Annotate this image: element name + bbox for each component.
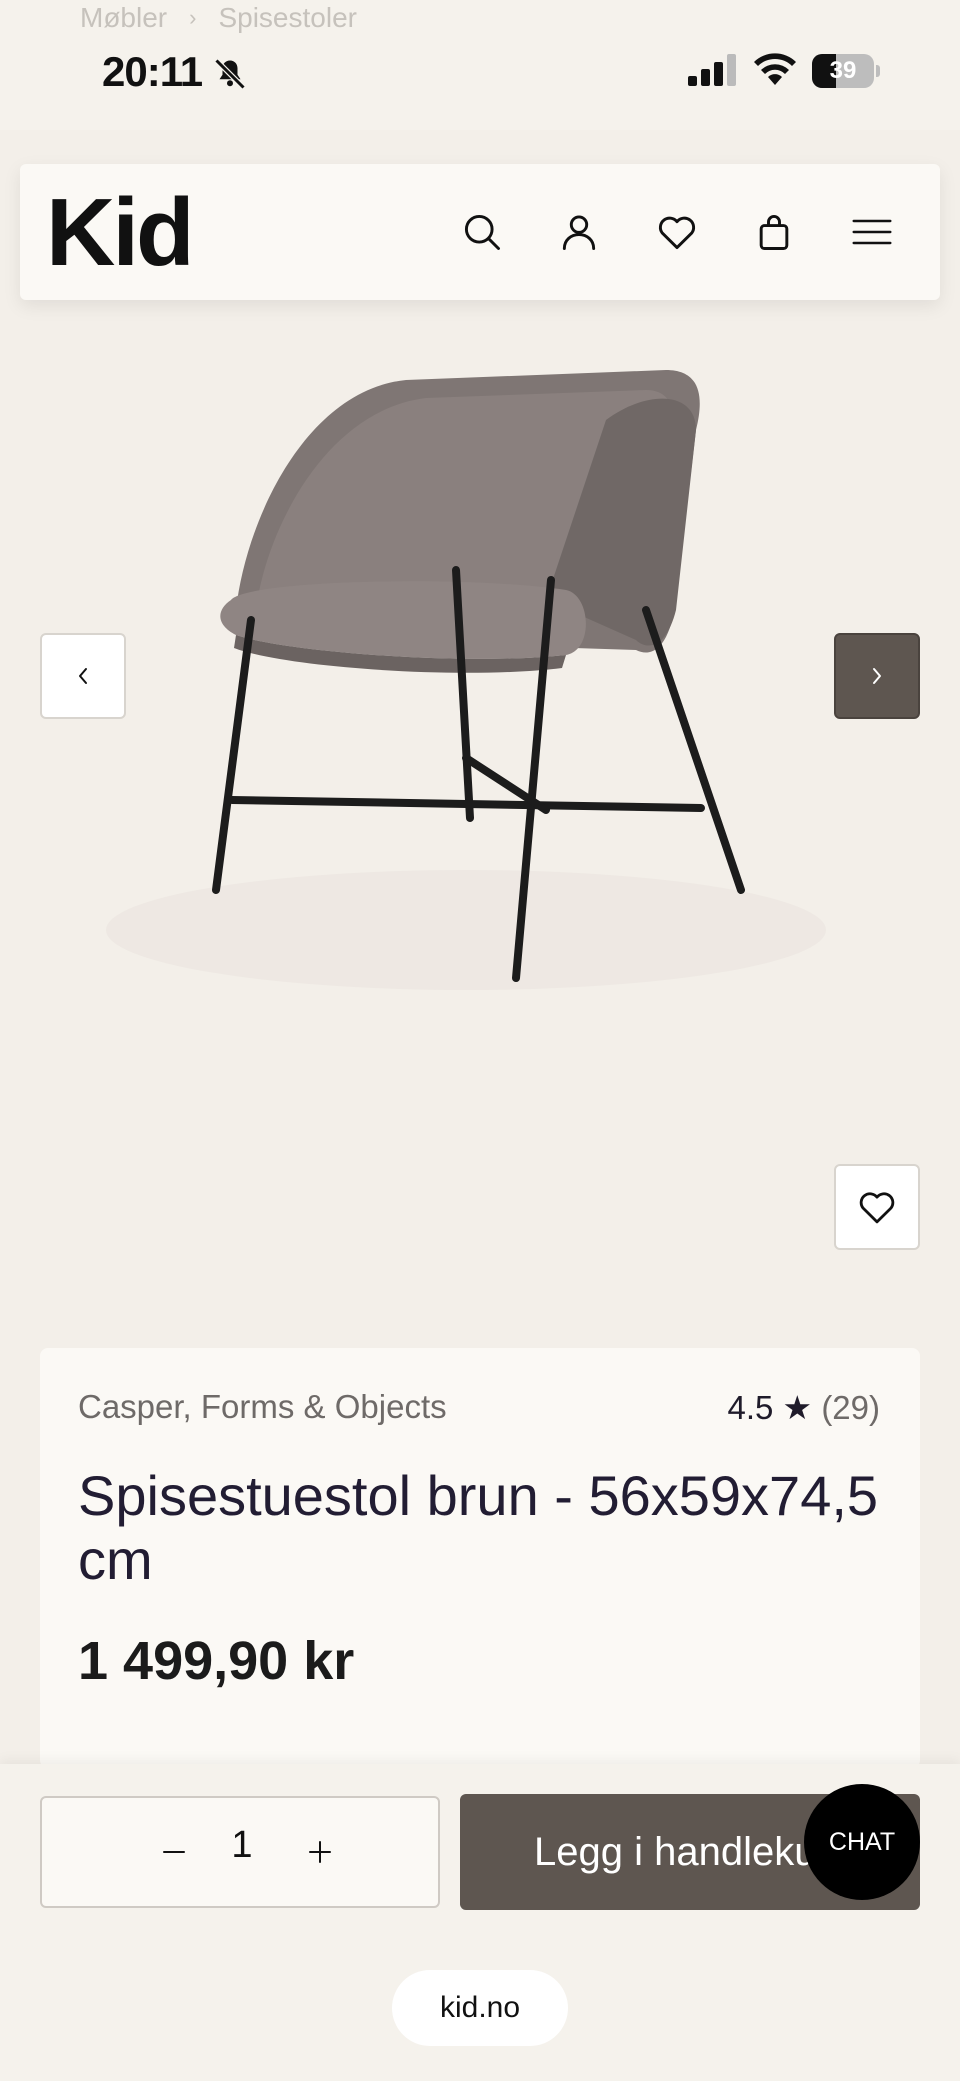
product-price: 1 499,90 kr (78, 1631, 355, 1691)
account-icon (562, 215, 596, 250)
site-header: Kid (20, 164, 940, 300)
product-info-card: Casper, Forms & Objects 4.5 ★ (29) Spise… (40, 1348, 920, 1768)
browser-url-bar[interactable]: kid.no (392, 1970, 568, 2046)
menu-icon (852, 219, 892, 245)
chair-image (106, 370, 826, 990)
kid-logo[interactable]: Kid (46, 178, 195, 288)
breadcrumb-item[interactable]: Møbler (80, 2, 167, 34)
search-button[interactable] (454, 204, 510, 260)
product-image[interactable] (46, 350, 916, 1100)
search-icon (464, 214, 500, 250)
status-time: 20:11 (102, 48, 203, 95)
breadcrumb: Møbler › Spisestoler (80, 2, 357, 34)
menu-button[interactable] (844, 204, 900, 260)
wishlist-button[interactable] (649, 204, 705, 260)
product-rating[interactable]: 4.5 ★ (29) (728, 1388, 881, 1427)
signal-icon (688, 54, 736, 86)
decrease-quantity-button[interactable] (142, 1820, 206, 1884)
minus-icon (163, 1851, 185, 1853)
heart-icon (658, 216, 696, 250)
rating-value: 4.5 ★ (727, 1389, 813, 1426)
add-to-wishlist-button[interactable] (834, 1164, 920, 1250)
account-button[interactable] (551, 204, 607, 260)
sticky-cart-bar: 1 Legg i handlekurv CHAT kid.no (0, 1764, 960, 2081)
bag-icon (759, 215, 789, 250)
chevron-right-icon (873, 668, 881, 684)
breadcrumb-item[interactable]: Spisestoler (218, 2, 357, 34)
cart-button[interactable] (746, 204, 802, 260)
bell-muted-icon (214, 58, 246, 90)
product-brand[interactable]: Casper, Forms & Objects (78, 1388, 447, 1426)
product-title: Spisestuestol brun - 56x59x74,5 cm (78, 1464, 879, 1591)
increase-quantity-button[interactable] (288, 1820, 352, 1884)
review-count: (29) (821, 1389, 880, 1426)
quantity-stepper: 1 (40, 1796, 440, 1908)
wifi-icon (754, 53, 796, 85)
quantity-value[interactable]: 1 (212, 1824, 272, 1867)
gallery-next-button[interactable] (834, 633, 920, 719)
status-bar: Møbler › Spisestoler 20:11 39 (0, 0, 960, 130)
plus-icon (309, 1841, 331, 1863)
gallery-prev-button[interactable] (40, 633, 126, 719)
battery-indicator: 39 (812, 54, 880, 88)
chevron-left-icon (79, 668, 87, 684)
heart-icon (859, 1192, 895, 1224)
chevron-right-icon: › (189, 5, 197, 30)
chat-button[interactable]: CHAT (804, 1784, 920, 1900)
